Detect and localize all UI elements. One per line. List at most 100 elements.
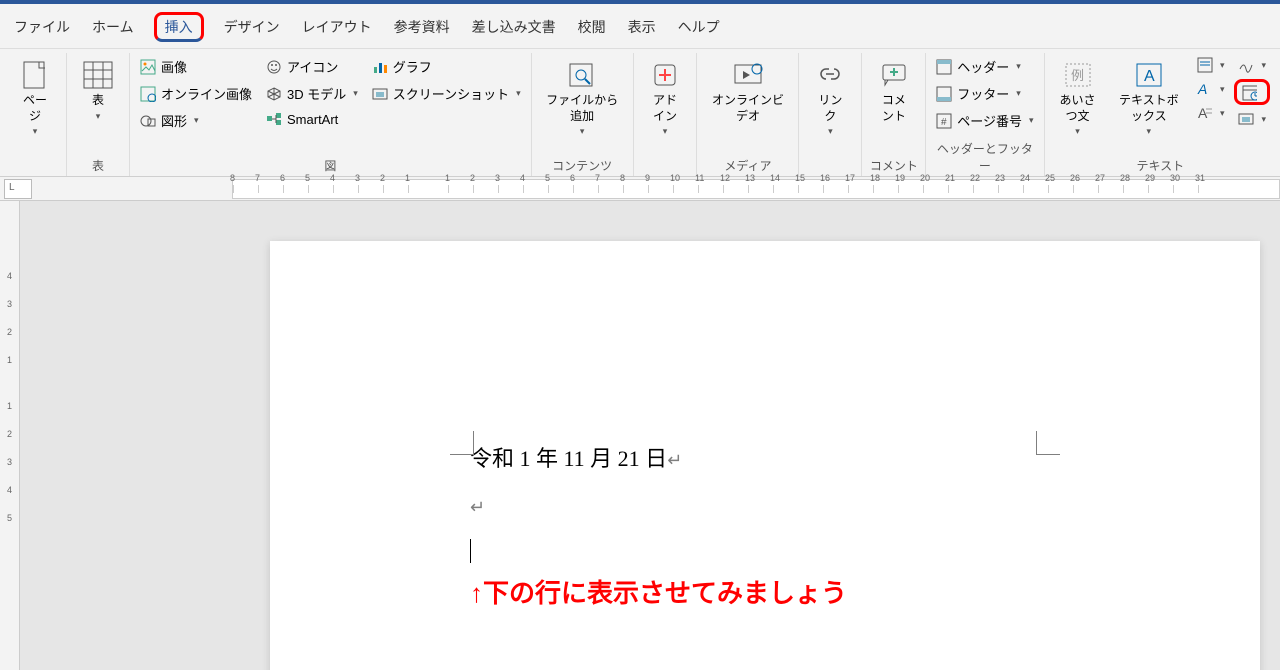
vertical-ruler[interactable]: 432112345 [0,201,20,670]
group-text: 例 あいさつ文 ▾ A テキストボックス ▾ ▾ A▾ A▾ ▾ ▾ テキスト [1045,53,1276,176]
chevron-down-icon: ▾ [1029,115,1034,126]
chevron-down-icon: ▾ [828,126,833,137]
footer-icon [936,86,952,102]
chevron-down-icon: ▾ [580,126,585,137]
chevron-down-icon: ▾ [1261,60,1266,71]
chevron-down-icon: ▾ [1220,84,1225,95]
paragraph-mark-icon: ↵ [470,497,485,517]
chevron-down-icon: ▾ [194,115,199,126]
table-label: 表 [92,93,104,109]
3d-models-button[interactable]: 3D モデル ▾ [262,82,362,105]
tab-help[interactable]: ヘルプ [676,13,722,41]
document-text-line1[interactable]: 令和 1 年 11 月 21 日 [470,446,667,471]
group-illustrations: 画像 オンライン画像 図形 ▾ アイコン [130,53,532,176]
tab-references[interactable]: 参考資料 [392,13,452,41]
greeting-button[interactable]: 例 あいさつ文 ▾ [1051,55,1105,141]
tab-layout[interactable]: レイアウト [300,13,374,41]
page-scroll[interactable]: 令和 1 年 11 月 21 日↵ ↵ ↑下の行に表示させてみましょう [20,201,1280,670]
wordart-button[interactable]: A▾ [1193,79,1229,99]
quick-parts-icon [1197,57,1213,73]
group-label-media: メディア [703,153,792,174]
chart-label: グラフ [393,57,432,76]
signature-button[interactable]: ▾ [1234,55,1270,75]
smartart-icon [266,111,282,127]
drop-cap-icon: A [1197,105,1213,121]
footer-button[interactable]: フッター ▾ [932,82,1037,105]
group-label-comments: コメント [868,153,919,174]
header-button[interactable]: ヘッダー ▾ [932,55,1037,78]
pages-button[interactable]: ページ ▾ [10,55,60,141]
chevron-down-icon: ▾ [1016,61,1021,72]
group-headerfooter: ヘッダー ▾ フッター ▾ # ページ番号 ▾ ヘッダーとフッター [926,53,1044,176]
file-search-icon [566,59,598,91]
link-label: リンク [813,93,847,124]
header-label: ヘッダー [957,57,1009,76]
group-media: オンラインビデオ メディア [697,53,799,176]
group-label-illustrations: 図 [136,153,525,174]
tab-review[interactable]: 校閲 [576,13,608,41]
text-cursor [470,539,1080,563]
comment-icon [878,59,910,91]
horizontal-ruler[interactable]: 8765432112345678910111213141516171819202… [0,177,1280,201]
paragraph-mark-icon: ↵ [667,450,682,470]
page-number-button[interactable]: # ページ番号 ▾ [932,109,1037,132]
icons-button[interactable]: アイコン [262,55,362,78]
shapes-button[interactable]: 図形 ▾ [136,109,256,132]
quick-parts-button[interactable]: ▾ [1193,55,1229,75]
online-picture-icon [140,86,156,102]
online-video-label: オンラインビデオ [711,93,784,124]
object-button[interactable]: ▾ [1234,109,1270,129]
svg-text:例: 例 [1071,68,1084,83]
chevron-down-icon: ▾ [1147,126,1152,137]
drop-cap-button[interactable]: A▾ [1193,103,1229,123]
3d-models-label: 3D モデル [287,84,346,103]
date-time-button[interactable] [1234,79,1270,105]
page-icon [19,59,51,91]
textbox-icon: A [1133,59,1165,91]
textbox-label: テキストボックス [1119,93,1179,124]
link-button[interactable]: リンク ▾ [805,55,855,141]
smartart-button[interactable]: SmartArt [262,109,362,129]
online-pictures-button[interactable]: オンライン画像 [136,82,256,105]
svg-text:#: # [941,117,947,128]
chevron-down-icon: ▾ [1220,108,1225,119]
group-label-content: コンテンツ [538,153,627,174]
addins-button[interactable]: アドイン ▾ [640,55,691,141]
group-pages: ページ ▾ [4,53,67,176]
screenshot-label: スクリーンショット [393,84,509,103]
instruction-callout: ↑下の行に表示させてみましょう [470,573,1080,610]
group-label-tables: 表 [73,153,123,174]
document-area: 432112345 令和 1 年 11 月 21 日↵ ↵ ↑下の行に表示させて… [0,201,1280,670]
group-label-pages [10,170,60,174]
group-links: リンク ▾ [799,53,862,176]
margin-marker-tr [1036,431,1060,455]
tab-view[interactable]: 表示 [626,13,658,41]
page-number-label: ページ番号 [957,111,1022,130]
chart-button[interactable]: グラフ [368,55,525,78]
group-addins: アドイン ▾ [634,53,698,176]
table-button[interactable]: 表 ▾ [73,55,123,126]
textbox-button[interactable]: A テキストボックス ▾ [1111,55,1187,141]
add-from-file-button[interactable]: ファイルから追加 ▾ [538,55,627,141]
pictures-button[interactable]: 画像 [136,55,256,78]
video-icon [732,59,764,91]
chevron-down-icon: ▾ [96,111,101,122]
3d-model-icon [266,86,282,102]
tab-file[interactable]: ファイル [12,13,72,41]
tab-selector[interactable] [4,179,32,199]
tab-insert[interactable]: 挿入 [154,12,204,42]
comment-button[interactable]: コメント [868,55,919,128]
margin-marker-tl [450,431,474,455]
wordart-icon: A [1197,81,1213,97]
tab-home[interactable]: ホーム [90,13,136,41]
document-page[interactable]: 令和 1 年 11 月 21 日↵ ↵ ↑下の行に表示させてみましょう [270,241,1260,670]
page-number-icon: # [936,113,952,129]
screenshot-button[interactable]: スクリーンショット ▾ [368,82,525,105]
online-video-button[interactable]: オンラインビデオ [703,55,792,128]
tab-mailings[interactable]: 差し込み文書 [470,13,558,41]
ribbon: ページ ▾ 表 ▾ 表 画像 [0,49,1280,177]
object-icon [1238,111,1254,127]
addins-label: アドイン [648,93,683,124]
tab-design[interactable]: デザイン [222,13,282,41]
shapes-label: 図形 [161,111,187,130]
